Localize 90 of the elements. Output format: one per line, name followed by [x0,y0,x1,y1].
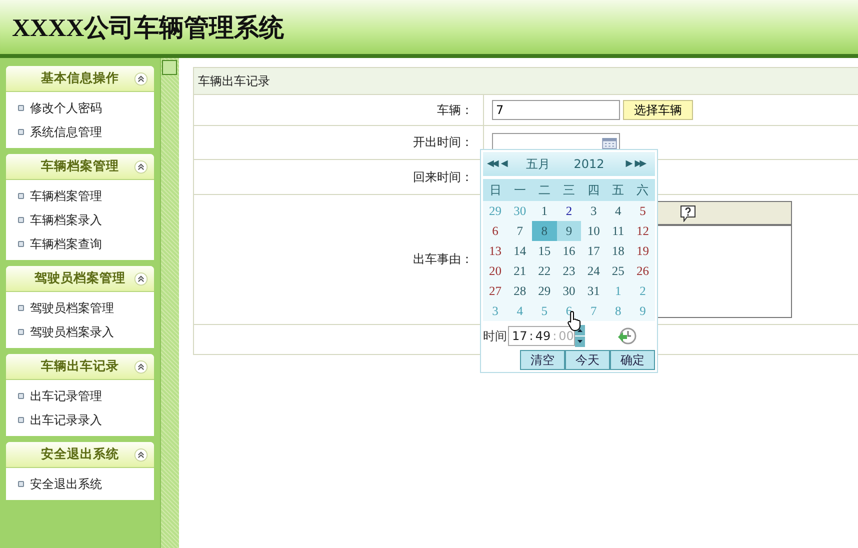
bullet-icon [18,217,24,223]
menu-link[interactable]: 修改个人密码 [30,100,102,116]
prev-month-button[interactable]: ◀ [500,159,506,169]
form-title: 车辆出车记录 [198,72,270,90]
calendar-day[interactable]: 16 [556,241,582,261]
panel-title: 基本信息操作 [41,70,119,87]
collapse-icon[interactable] [134,360,148,374]
menu-link[interactable]: 安全退出系统 [30,476,102,492]
calendar-day[interactable]: 24 [581,261,606,281]
field-label: 出车事由： [413,251,473,268]
menu-link[interactable]: 车辆档案查询 [30,236,102,252]
weekday-header: 一 [508,179,532,201]
weekday-header: 二 [532,179,557,201]
collapse-icon[interactable] [134,272,148,286]
bullet-icon [18,329,24,335]
vehicle-field[interactable]: 7 [492,100,620,120]
next-month-button[interactable]: ▶ [626,159,631,169]
weekday-header: 四 [581,179,606,201]
calendar-day[interactable]: 18 [606,241,630,261]
help-icon[interactable] [680,204,696,222]
calendar-day[interactable]: 31 [581,281,606,301]
field-label: 车辆： [437,102,473,118]
weekday-header: 五 [606,179,630,201]
calendar-day[interactable]: 26 [630,261,655,281]
calendar-day[interactable]: 25 [606,261,630,281]
year-label[interactable]: 2012 [574,157,622,171]
calendar-day[interactable]: 3 [581,201,606,221]
calendar-button[interactable]: 今天 [565,350,610,370]
collapse-icon[interactable] [134,72,148,86]
calendar-day[interactable]: 14 [508,241,532,261]
menu-link[interactable]: 驾驶员档案管理 [30,300,114,316]
bullet-icon [18,393,24,399]
bullet-icon [18,305,24,311]
weekday-header: 六 [630,179,655,201]
toggle-sidebar-button[interactable] [162,60,177,75]
calendar-day[interactable]: 28 [508,281,532,301]
time-label: 时间 [483,328,507,344]
calendar-day[interactable]: 10 [581,221,606,241]
calendar-icon[interactable] [602,138,617,148]
panel-title: 安全退出系统 [41,446,119,463]
calendar-button[interactable]: 清空 [520,350,565,370]
menu-link[interactable]: 出车记录管理 [30,388,102,404]
calendar-day[interactable]: 7 [508,221,532,241]
field-label: 开出时间： [413,134,473,151]
calendar-day[interactable]: 22 [532,261,557,281]
calendar-day[interactable]: 15 [532,241,557,261]
calendar-day[interactable]: 20 [483,261,508,281]
select-vehicle-button[interactable]: 选择车辆 [623,100,693,120]
calendar-day[interactable]: 9 [556,221,582,241]
app-title: XXXX公司车辆管理系统 [12,14,284,44]
weekday-header: 三 [556,179,582,201]
calendar-day[interactable]: 17 [581,241,606,261]
weekday-header: 日 [483,179,508,201]
clock-icon[interactable] [617,326,637,346]
calendar-day[interactable]: 30 [556,281,582,301]
menu-link[interactable]: 驾驶员档案录入 [30,324,114,340]
panel-title: 驾驶员档案管理 [34,270,126,287]
panel-title: 车辆档案管理 [41,158,119,175]
bullet-icon [18,129,24,135]
bullet-icon [18,481,24,487]
calendar-day[interactable]: 11 [606,221,630,241]
collapse-icon[interactable] [134,160,148,174]
bullet-icon [18,241,24,247]
calendar-day[interactable]: 1 [532,201,557,221]
menu-link[interactable]: 车辆档案录入 [30,212,102,228]
time-field[interactable]: 17 : 49 : 00 [508,326,575,346]
bullet-icon [18,105,24,111]
calendar-day[interactable]: 19 [630,241,655,261]
calendar-day[interactable]: 5 [630,201,655,221]
calendar-day[interactable]: 23 [556,261,582,281]
collapse-icon[interactable] [134,448,148,462]
calendar-day[interactable]: 12 [630,221,655,241]
calendar-day[interactable]: 29 [532,281,557,301]
prev-year-button[interactable]: ◀◀ [487,159,497,169]
bullet-icon [18,417,24,423]
calendar-day[interactable]: 6 [483,221,508,241]
month-label[interactable]: 五月 [526,156,570,172]
menu-link[interactable]: 出车记录录入 [30,412,102,428]
panel-title: 车辆出车记录 [41,358,119,375]
calendar-day[interactable]: 27 [483,281,508,301]
bullet-icon [18,193,24,199]
calendar-button[interactable]: 确定 [610,350,655,370]
next-year-button[interactable]: ▶▶ [634,159,645,169]
field-label: 回来时间： [413,168,473,186]
calendar-day[interactable]: 13 [483,241,508,261]
menu-link[interactable]: 系统信息管理 [30,124,102,140]
calendar-day[interactable]: 2 [556,201,582,221]
calendar-day[interactable]: 4 [606,201,630,221]
calendar-day[interactable]: 21 [508,261,532,281]
menu-link[interactable]: 车辆档案管理 [30,188,102,204]
